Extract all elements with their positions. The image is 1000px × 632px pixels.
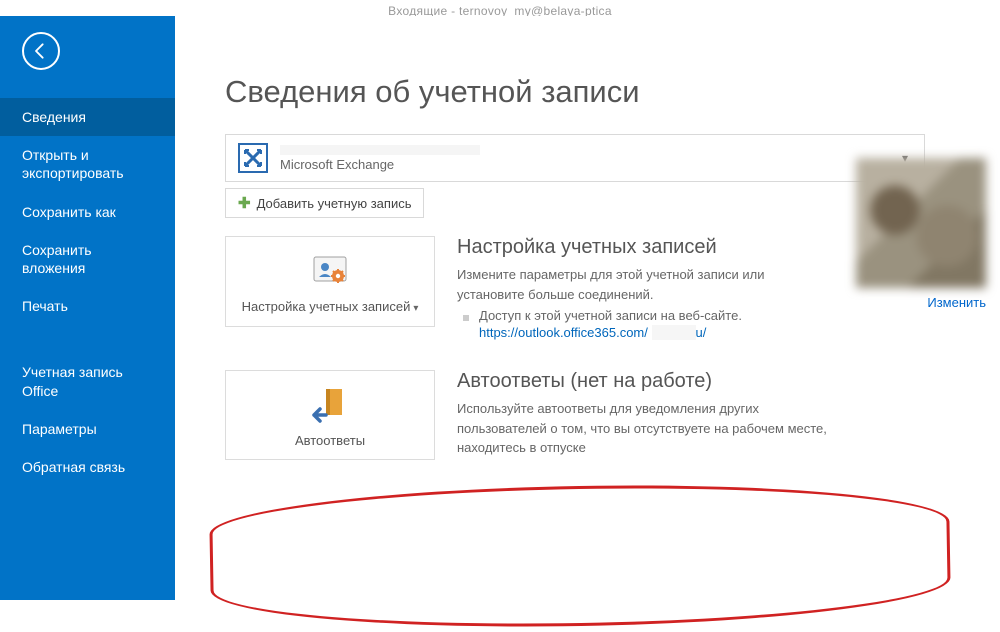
arrow-left-icon bbox=[31, 41, 51, 61]
account-dropdown[interactable]: Microsoft Exchange ▾ bbox=[225, 134, 925, 182]
autoreplies-desc: Используйте автоответы для уведомления д… bbox=[457, 399, 830, 458]
chevron-down-icon: ▾ bbox=[413, 303, 418, 314]
autoreplies-icon bbox=[310, 385, 350, 425]
plus-icon: ✚ bbox=[238, 194, 251, 212]
add-account-label: Добавить учетную запись bbox=[257, 196, 412, 211]
web-access-bullet: Доступ к этой учетной записи на веб-сайт… bbox=[457, 308, 830, 323]
backstage-sidebar: Сведения Открыть и экспортировать Сохран… bbox=[0, 16, 175, 600]
profile-photo bbox=[856, 158, 986, 288]
nav-feedback[interactable]: Обратная связь bbox=[0, 448, 175, 486]
nav-info[interactable]: Сведения bbox=[0, 98, 175, 136]
account-settings-heading: Настройка учетных записей bbox=[457, 236, 830, 259]
account-settings-icon bbox=[310, 251, 350, 291]
nav-options[interactable]: Параметры bbox=[0, 410, 175, 448]
account-settings-tile[interactable]: Настройка учетных записей▾ bbox=[225, 236, 435, 327]
tile-label: Настройка учетных записей▾ bbox=[236, 299, 424, 316]
exchange-icon bbox=[236, 141, 270, 175]
nav-open-export[interactable]: Открыть и экспортировать bbox=[0, 136, 175, 192]
change-photo-link[interactable]: Изменить bbox=[927, 295, 986, 310]
nav-office-account[interactable]: Учетная запись Office bbox=[0, 353, 175, 409]
owa-link-tail: u/ bbox=[696, 325, 707, 340]
nav-save-attachments[interactable]: Сохранить вложения bbox=[0, 231, 175, 287]
owa-link[interactable]: https://outlook.office365.com/ bbox=[479, 325, 648, 340]
add-account-button[interactable]: ✚ Добавить учетную запись bbox=[225, 188, 424, 218]
bullet-icon bbox=[463, 315, 469, 321]
content-area: Сведения об учетной записи Microsoft Exc… bbox=[175, 16, 1000, 600]
nav-save-as[interactable]: Сохранить как bbox=[0, 193, 175, 231]
autoreplies-heading: Автоответы (нет на работе) bbox=[457, 370, 830, 393]
nav-print[interactable]: Печать bbox=[0, 287, 175, 325]
tile-label: Автоответы bbox=[236, 433, 424, 449]
autoreplies-tile[interactable]: Автоответы bbox=[225, 370, 435, 460]
page-title: Сведения об учетной записи bbox=[225, 74, 980, 110]
back-button[interactable] bbox=[22, 32, 60, 70]
account-settings-desc: Измените параметры для этой учетной запи… bbox=[457, 265, 830, 304]
account-label: Microsoft Exchange bbox=[280, 145, 896, 172]
